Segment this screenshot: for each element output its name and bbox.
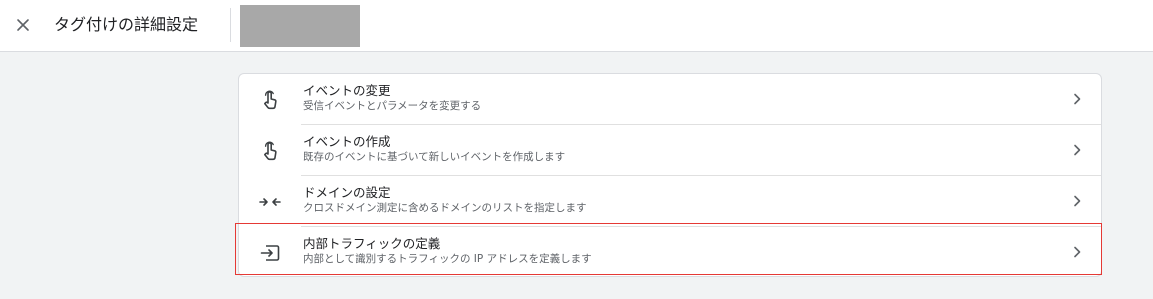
page-title: タグ付けの詳細設定 bbox=[54, 15, 199, 34]
touch-icon bbox=[258, 139, 282, 163]
row-subtitle: 既存のイベントに基づいて新しいイベントを作成します bbox=[303, 151, 566, 163]
header-divider bbox=[230, 8, 231, 42]
row-subtitle: 内部として識別するトラフィックの IP アドレスを定義します bbox=[303, 253, 592, 265]
row-title: ドメインの設定 bbox=[303, 185, 391, 200]
chevron-right-icon bbox=[1069, 244, 1085, 260]
settings-card: イベントの変更 受信イベントとパラメータを変更する イベントの作成 既存のイベン… bbox=[238, 73, 1102, 277]
close-icon bbox=[17, 19, 29, 31]
settings-row-internal-traffic[interactable]: 内部トラフィックの定義 内部として識別するトラフィックの IP アドレスを定義し… bbox=[239, 227, 1101, 277]
row-title: イベントの変更 bbox=[303, 83, 391, 98]
row-title: 内部トラフィックの定義 bbox=[303, 236, 441, 251]
row-title: イベントの作成 bbox=[303, 134, 391, 149]
settings-row-create-events[interactable]: イベントの作成 既存のイベントに基づいて新しいイベントを作成します bbox=[239, 125, 1101, 175]
row-subtitle: クロスドメイン測定に含めるドメインのリストを指定します bbox=[303, 202, 587, 214]
redacted-block bbox=[240, 5, 360, 47]
settings-row-configure-domains[interactable]: ドメインの設定 クロスドメイン測定に含めるドメインのリストを指定します bbox=[239, 176, 1101, 226]
chevron-right-icon bbox=[1069, 193, 1085, 209]
merge-arrows-icon bbox=[258, 190, 282, 214]
login-arrow-icon bbox=[258, 241, 282, 265]
chevron-right-icon bbox=[1069, 91, 1085, 107]
row-subtitle: 受信イベントとパラメータを変更する bbox=[303, 100, 482, 112]
chevron-right-icon bbox=[1069, 142, 1085, 158]
close-button[interactable] bbox=[10, 12, 36, 38]
touch-icon bbox=[258, 88, 282, 112]
header-bar: タグ付けの詳細設定 bbox=[0, 0, 1153, 52]
settings-row-modify-events[interactable]: イベントの変更 受信イベントとパラメータを変更する bbox=[239, 74, 1101, 124]
